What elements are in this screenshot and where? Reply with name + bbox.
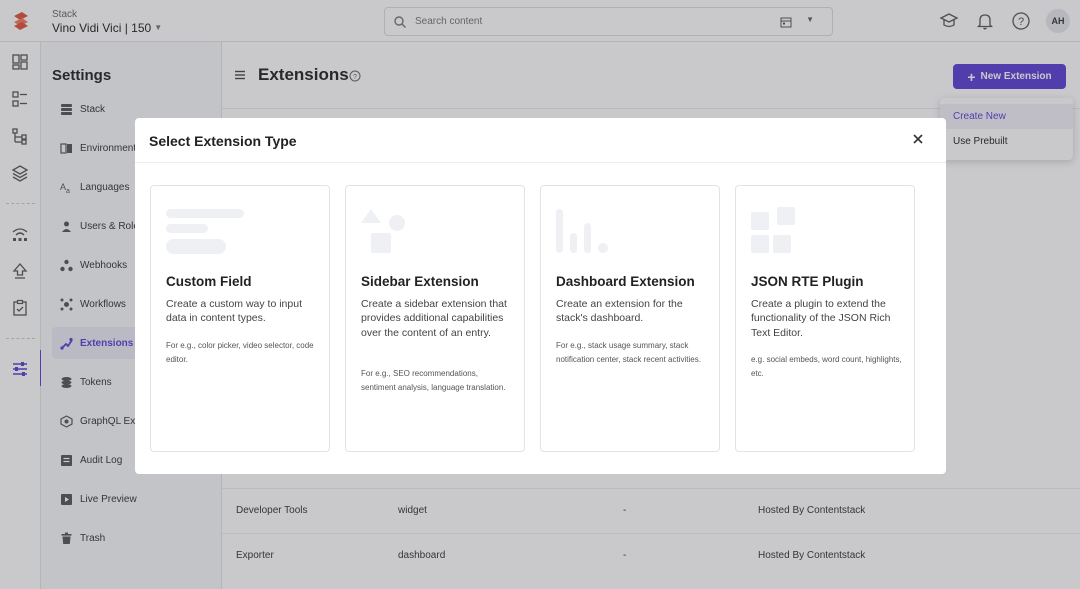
- card-description: Create a plugin to extend the functional…: [751, 298, 891, 339]
- card-example: For e.g., color picker, video selector, …: [166, 341, 314, 364]
- dashboard-extension-illustration-icon: [556, 209, 608, 253]
- json-rte-plugin-illustration-icon: [751, 207, 795, 253]
- card-title: Custom Field: [166, 274, 252, 289]
- sidebar-extension-illustration-icon: [361, 209, 405, 253]
- card-title: JSON RTE Plugin: [751, 274, 864, 289]
- card-description: Create a sidebar extension that provides…: [361, 298, 507, 339]
- close-icon[interactable]: [911, 132, 925, 146]
- select-extension-type-modal: Select Extension Type Custom Field Creat…: [135, 118, 946, 474]
- modal-title: Select Extension Type: [149, 133, 297, 149]
- card-title: Sidebar Extension: [361, 274, 479, 289]
- card-title: Dashboard Extension: [556, 274, 695, 289]
- card-example: For e.g., SEO recommendations, sentiment…: [361, 369, 506, 392]
- json-rte-plugin-card[interactable]: JSON RTE Plugin Create a plugin to exten…: [735, 185, 915, 452]
- card-example: e.g. social embeds, word count, highligh…: [751, 355, 902, 378]
- card-description: Create a custom way to input data in con…: [166, 298, 302, 325]
- custom-field-card[interactable]: Custom Field Create a custom way to inpu…: [150, 185, 330, 452]
- dashboard-extension-card[interactable]: Dashboard Extension Create an extension …: [540, 185, 720, 452]
- card-description: Create an extension for the stack's dash…: [556, 298, 683, 325]
- sidebar-extension-card[interactable]: Sidebar Extension Create a sidebar exten…: [345, 185, 525, 452]
- card-example: For e.g., stack usage summary, stack not…: [556, 341, 701, 364]
- custom-field-illustration-icon: [166, 209, 244, 254]
